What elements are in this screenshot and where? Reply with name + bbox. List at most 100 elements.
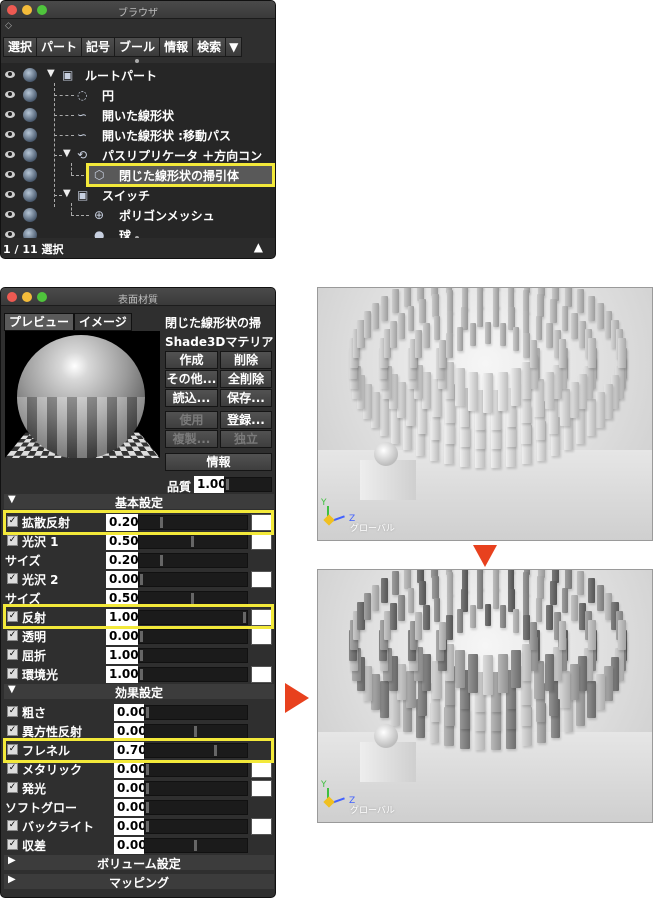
use-button[interactable]: 使用 (165, 411, 218, 429)
param-value-input[interactable]: 1.00 (106, 666, 139, 683)
independent-button[interactable]: 独立 (220, 430, 272, 448)
slider-knob[interactable] (226, 479, 229, 490)
slider-knob[interactable] (140, 574, 143, 585)
tab-search[interactable]: 検索 (192, 37, 226, 57)
shading-ball-icon[interactable] (23, 88, 37, 102)
expand-triangle-icon[interactable]: ▼ (63, 188, 71, 199)
create-button[interactable]: 作成 (165, 351, 218, 369)
param-slider[interactable] (138, 553, 248, 568)
param-checkbox[interactable]: ✓ (7, 649, 18, 660)
eye-icon[interactable] (5, 91, 15, 98)
mapping-header[interactable]: ▶ マッピング (4, 874, 274, 890)
param-slider[interactable] (138, 629, 248, 644)
slider-knob[interactable] (146, 802, 149, 813)
eye-icon[interactable] (5, 191, 15, 198)
param-value-input[interactable]: 0.00 (114, 761, 147, 778)
param-value-input[interactable]: 0.00 (114, 799, 147, 816)
param-checkbox[interactable]: ✓ (7, 668, 18, 679)
param-checkbox[interactable]: ✓ (7, 725, 18, 736)
param-slider[interactable] (144, 838, 248, 853)
expand-triangle-icon[interactable]: ▼ (63, 148, 71, 159)
tab-info[interactable]: 情報 (159, 37, 193, 57)
delete-all-button[interactable]: 全削除 (220, 370, 272, 388)
info-button[interactable]: 情報 (165, 453, 272, 471)
tab-preview[interactable]: プレビュー (4, 313, 75, 331)
param-value-input[interactable]: 0.20 (106, 552, 139, 569)
expand-triangle-icon[interactable]: ▼ (47, 68, 55, 79)
effect-settings-header[interactable]: ▼ 効果設定 (4, 684, 274, 700)
eye-icon[interactable] (5, 171, 15, 178)
tree-row[interactable]: ∽ 開いた線形状 :移動パス (1, 125, 275, 145)
param-value-input[interactable]: 0.00 (114, 818, 147, 835)
diamond-icon[interactable]: ◇ (5, 21, 12, 31)
basic-settings-header[interactable]: ▼ 基本設定 (4, 494, 274, 510)
param-checkbox[interactable]: ✓ (7, 630, 18, 641)
param-checkbox[interactable]: ✓ (7, 763, 18, 774)
shading-ball-icon[interactable] (23, 108, 37, 122)
slider-knob[interactable] (146, 821, 149, 832)
shading-ball-icon[interactable] (23, 128, 37, 142)
tree-row[interactable]: ▼ ⟲ パスリプリケータ ＋方向コン (1, 145, 275, 165)
param-slider[interactable] (144, 800, 248, 815)
param-slider[interactable] (144, 705, 248, 720)
shading-ball-icon[interactable] (23, 168, 37, 182)
eye-icon[interactable] (5, 111, 15, 118)
param-slider[interactable] (138, 648, 248, 663)
slider-knob[interactable] (160, 555, 163, 566)
param-checkbox[interactable]: ✓ (7, 782, 18, 793)
slider-knob[interactable] (146, 707, 149, 718)
shading-ball-icon[interactable] (23, 148, 37, 162)
eye-icon[interactable] (5, 151, 15, 158)
param-slider[interactable] (138, 572, 248, 587)
param-slider[interactable] (138, 534, 248, 549)
slider-knob[interactable] (140, 650, 143, 661)
color-swatch[interactable] (251, 533, 272, 550)
tab-part[interactable]: パート (36, 37, 82, 57)
slider-knob[interactable] (140, 631, 143, 642)
tabs-more-button[interactable]: ▼ (225, 37, 243, 57)
param-value-input[interactable]: 0.50 (106, 533, 139, 550)
delete-button[interactable]: 削除 (220, 351, 272, 369)
slider-knob[interactable] (194, 726, 197, 737)
tab-select[interactable]: 選択 (3, 37, 37, 57)
shading-ball-icon[interactable] (23, 68, 37, 82)
slider-knob[interactable] (191, 593, 194, 604)
save-button[interactable]: 保存... (220, 389, 272, 407)
other-button[interactable]: その他... (165, 370, 218, 388)
slider-knob[interactable] (194, 840, 197, 851)
tree-row[interactable]: ◌ 円 (1, 85, 275, 105)
load-button[interactable]: 読込... (165, 389, 218, 407)
param-slider[interactable] (144, 762, 248, 777)
tree-row[interactable]: ⊕ ポリゴンメッシュ (1, 205, 275, 225)
param-value-input[interactable]: 0.00 (114, 780, 147, 797)
eye-icon[interactable] (5, 211, 15, 218)
param-checkbox[interactable]: ✓ (7, 535, 18, 546)
tree-row[interactable]: ▼ ▣ スイッチ (1, 185, 275, 205)
eye-icon[interactable] (5, 231, 15, 238)
tree-row[interactable]: ∽ 開いた線形状 (1, 105, 275, 125)
shading-ball-icon[interactable] (23, 188, 37, 202)
param-checkbox[interactable]: ✓ (7, 573, 18, 584)
slider-knob[interactable] (146, 783, 149, 794)
slider-knob[interactable] (146, 764, 149, 775)
volume-settings-header[interactable]: ▶ ボリューム設定 (4, 855, 274, 871)
param-value-input[interactable]: 0.00 (114, 704, 147, 721)
duplicate-button[interactable]: 複製... (165, 430, 218, 448)
color-swatch[interactable] (251, 571, 272, 588)
eye-icon[interactable] (5, 71, 15, 78)
param-value-input[interactable]: 0.00 (106, 628, 139, 645)
slider-knob[interactable] (140, 669, 143, 680)
param-value-input[interactable]: 0.00 (106, 571, 139, 588)
eye-icon[interactable] (5, 131, 15, 138)
param-slider[interactable] (144, 819, 248, 834)
param-slider[interactable] (138, 667, 248, 682)
tree-row[interactable]: ▼ ▣ ルートパート (1, 65, 275, 85)
slider-knob[interactable] (191, 536, 194, 547)
color-swatch[interactable] (251, 761, 272, 778)
color-swatch[interactable] (251, 666, 272, 683)
tab-boolean[interactable]: ブール (114, 37, 160, 57)
color-swatch[interactable] (251, 818, 272, 835)
quality-input[interactable]: 1.00 (194, 476, 227, 493)
param-value-input[interactable]: 1.00 (106, 647, 139, 664)
tab-image[interactable]: イメージ (74, 313, 132, 331)
